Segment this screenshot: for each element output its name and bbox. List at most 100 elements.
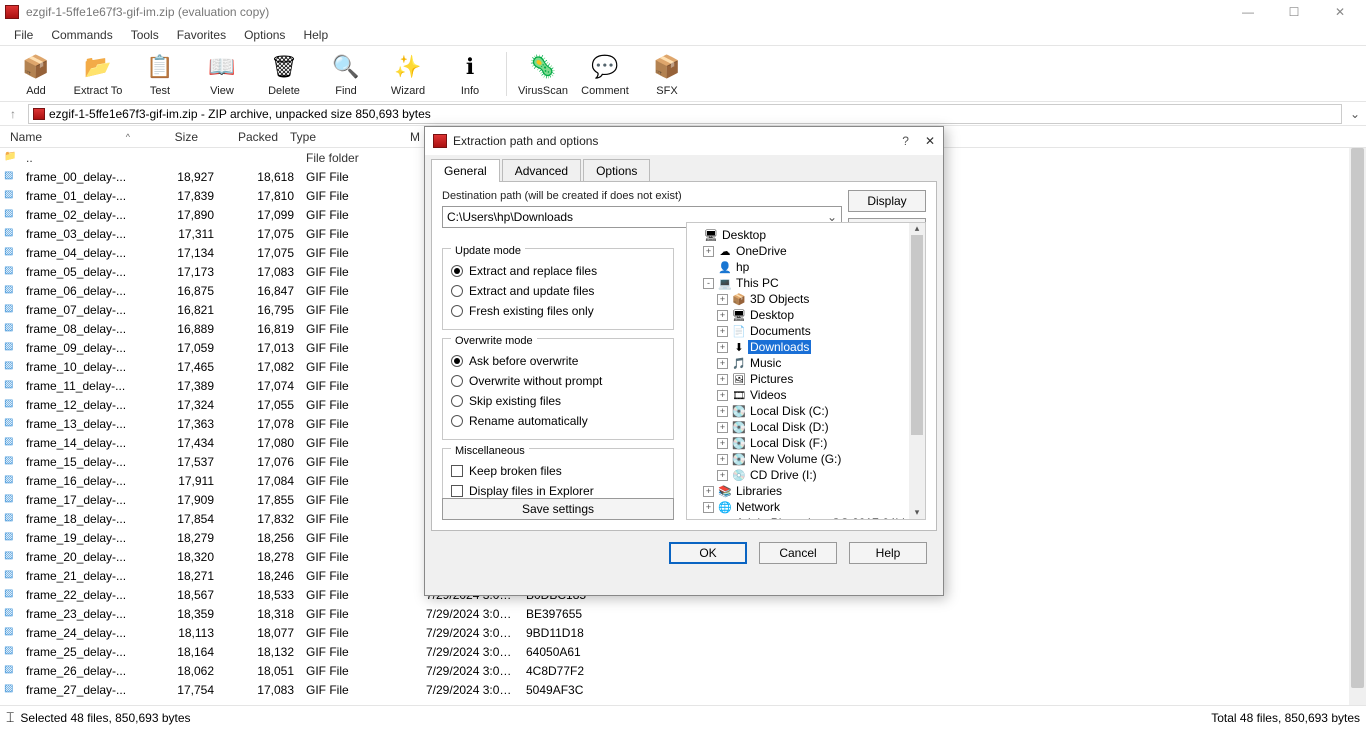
- tool-wizard[interactable]: ✨Wizard: [378, 51, 438, 97]
- menu-favorites[interactable]: Favorites: [169, 26, 234, 44]
- toggle-icon[interactable]: ⌶: [6, 709, 14, 726]
- expand-icon[interactable]: +: [717, 294, 728, 305]
- expand-icon[interactable]: +: [717, 470, 728, 481]
- tool-extract-to[interactable]: 📂Extract To: [68, 51, 128, 97]
- expand-icon[interactable]: +: [717, 326, 728, 337]
- expand-icon[interactable]: -: [703, 278, 714, 289]
- tree-node[interactable]: +💿CD Drive (I:): [689, 467, 923, 483]
- radio-option[interactable]: Rename automatically: [451, 411, 665, 431]
- image-icon: ▨: [4, 474, 18, 488]
- radio-option[interactable]: Fresh existing files only: [451, 301, 665, 321]
- tool-sfx[interactable]: 📦SFX: [637, 51, 697, 97]
- expand-icon[interactable]: +: [717, 422, 728, 433]
- cancel-button[interactable]: Cancel: [759, 542, 837, 564]
- tree-node[interactable]: +🖥Desktop: [689, 307, 923, 323]
- tool-virusscan[interactable]: 🦠VirusScan: [513, 51, 573, 97]
- expand-icon[interactable]: +: [717, 438, 728, 449]
- file-row[interactable]: ▨frame_23_delay-...18,35918,318GIF File7…: [0, 604, 1366, 623]
- save-settings-button[interactable]: Save settings: [442, 498, 674, 520]
- col-name[interactable]: Name: [4, 130, 134, 144]
- tool-view[interactable]: 📖View: [192, 51, 252, 97]
- tree-node[interactable]: +🎵Music: [689, 355, 923, 371]
- menu-file[interactable]: File: [6, 26, 41, 44]
- tree-icon: 💽: [732, 421, 746, 434]
- path-input[interactable]: ezgif-1-5ffe1e67f3-gif-im.zip - ZIP arch…: [28, 104, 1342, 124]
- tool-add[interactable]: 📦Add: [6, 51, 66, 97]
- menu-commands[interactable]: Commands: [43, 26, 120, 44]
- minimize-icon[interactable]: —: [1234, 5, 1262, 19]
- expand-icon[interactable]: +: [703, 486, 714, 497]
- tree-node[interactable]: +💽Local Disk (D:): [689, 419, 923, 435]
- scroll-up-icon[interactable]: ▴: [909, 223, 925, 235]
- help-icon[interactable]: ?: [902, 134, 909, 148]
- menu-tools[interactable]: Tools: [123, 26, 167, 44]
- close-icon[interactable]: ✕: [1326, 5, 1354, 19]
- tree-scrollbar[interactable]: ▴ ▾: [909, 223, 925, 519]
- tree-node[interactable]: 📁AdobePhotoshop CC 2017 64bit: [689, 515, 923, 520]
- tool-test[interactable]: 📋Test: [130, 51, 190, 97]
- scroll-down-icon[interactable]: ▾: [909, 507, 925, 519]
- tool-find[interactable]: 🔍Find: [316, 51, 376, 97]
- up-icon[interactable]: ↑: [4, 107, 22, 121]
- chevron-down-icon[interactable]: ⌄: [1348, 107, 1362, 121]
- vertical-scrollbar[interactable]: [1349, 148, 1366, 705]
- dialog-close-icon[interactable]: ✕: [925, 134, 935, 148]
- expand-icon[interactable]: +: [703, 502, 714, 513]
- radio-option[interactable]: Extract and update files: [451, 281, 665, 301]
- expand-icon[interactable]: +: [717, 342, 728, 353]
- image-icon: ▨: [4, 550, 18, 564]
- help-button[interactable]: Help: [849, 542, 927, 564]
- tree-node[interactable]: 👤hp: [689, 259, 923, 275]
- file-row[interactable]: ▨frame_24_delay-...18,11318,077GIF File7…: [0, 623, 1366, 642]
- tree-node[interactable]: +🌐Network: [689, 499, 923, 515]
- path-text: ezgif-1-5ffe1e67f3-gif-im.zip - ZIP arch…: [49, 107, 431, 121]
- tree-node[interactable]: +📦3D Objects: [689, 291, 923, 307]
- menu-help[interactable]: Help: [295, 26, 336, 44]
- radio-option[interactable]: Ask before overwrite: [451, 351, 665, 371]
- file-row[interactable]: ▨frame_25_delay-...18,16418,132GIF File7…: [0, 642, 1366, 661]
- tab-general[interactable]: General: [431, 159, 500, 182]
- expand-icon[interactable]: +: [717, 310, 728, 321]
- expand-icon[interactable]: +: [703, 246, 714, 257]
- tab-advanced[interactable]: Advanced: [502, 159, 581, 182]
- tree-node[interactable]: +⬇Downloads: [689, 339, 923, 355]
- folder-tree[interactable]: 🖥Desktop+☁OneDrive👤hp-💻This PC+📦3D Objec…: [686, 222, 926, 520]
- menu-options[interactable]: Options: [236, 26, 293, 44]
- file-row[interactable]: ▨frame_26_delay-...18,06218,051GIF File7…: [0, 661, 1366, 680]
- display-button[interactable]: Display: [848, 190, 926, 212]
- menubar: FileCommandsToolsFavoritesOptionsHelp: [0, 24, 1366, 46]
- tab-options[interactable]: Options: [583, 159, 650, 182]
- expand-icon[interactable]: +: [717, 454, 728, 465]
- tree-node[interactable]: -💻This PC: [689, 275, 923, 291]
- col-size[interactable]: Size: [134, 130, 204, 144]
- tree-node[interactable]: +📄Documents: [689, 323, 923, 339]
- window-titlebar: ezgif-1-5ffe1e67f3-gif-im.zip (evaluatio…: [0, 0, 1366, 24]
- col-packed[interactable]: Packed: [204, 130, 284, 144]
- tree-node[interactable]: +🖼Pictures: [689, 371, 923, 387]
- tree-node[interactable]: 🖥Desktop: [689, 227, 923, 243]
- tool-info[interactable]: ℹInfo: [440, 51, 500, 97]
- tree-node[interactable]: +💽New Volume (G:): [689, 451, 923, 467]
- radio-option[interactable]: Overwrite without prompt: [451, 371, 665, 391]
- ok-button[interactable]: OK: [669, 542, 747, 564]
- tool-delete[interactable]: 🗑Delete: [254, 51, 314, 97]
- status-total: Total 48 files, 850,693 bytes: [1211, 711, 1360, 725]
- tool-comment[interactable]: 💬Comment: [575, 51, 635, 97]
- checkbox-option[interactable]: Keep broken files: [451, 461, 665, 481]
- tree-node[interactable]: +🎞Videos: [689, 387, 923, 403]
- col-type[interactable]: Type: [284, 130, 404, 144]
- expand-icon[interactable]: +: [717, 390, 728, 401]
- file-row[interactable]: ▨frame_27_delay-...17,75417,083GIF File7…: [0, 680, 1366, 699]
- dialog-titlebar[interactable]: Extraction path and options ? ✕: [425, 127, 943, 155]
- tree-node[interactable]: +💽Local Disk (C:): [689, 403, 923, 419]
- expand-icon[interactable]: +: [717, 358, 728, 369]
- tree-node[interactable]: +📚Libraries: [689, 483, 923, 499]
- expand-icon[interactable]: +: [717, 374, 728, 385]
- maximize-icon[interactable]: ☐: [1280, 5, 1308, 19]
- virusscan-icon: 🦠: [527, 51, 559, 83]
- expand-icon[interactable]: +: [717, 406, 728, 417]
- radio-option[interactable]: Skip existing files: [451, 391, 665, 411]
- radio-option[interactable]: Extract and replace files: [451, 261, 665, 281]
- tree-node[interactable]: +💽Local Disk (F:): [689, 435, 923, 451]
- tree-node[interactable]: +☁OneDrive: [689, 243, 923, 259]
